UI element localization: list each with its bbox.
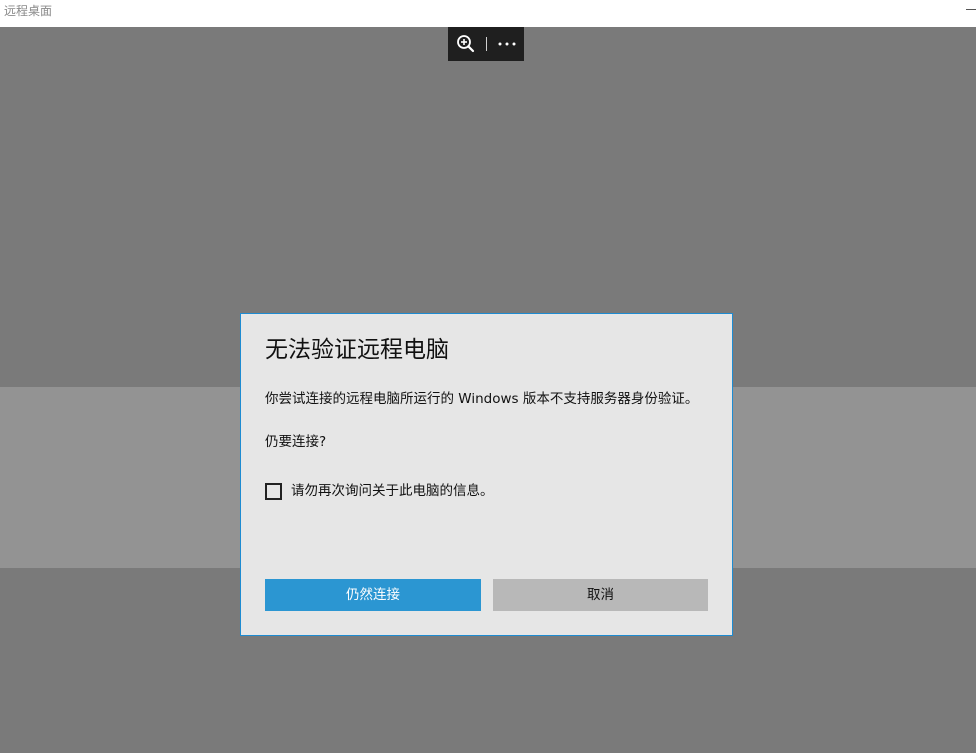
minimize-button[interactable]: [962, 0, 976, 27]
remote-desktop-window: 远程桌面 无法验证远程电脑 你尝试连接的远程电脑所运行的 Windows 版本不…: [0, 0, 976, 753]
minimize-icon: [966, 9, 976, 10]
more-options-icon: [498, 42, 516, 46]
verification-dialog: 无法验证远程电脑 你尝试连接的远程电脑所运行的 Windows 版本不支持服务器…: [240, 313, 733, 636]
title-bar: 远程桌面: [0, 0, 976, 27]
toolbar-divider: [486, 37, 487, 51]
zoom-button[interactable]: [454, 32, 478, 56]
cancel-button[interactable]: 取消: [493, 579, 708, 611]
connect-anyway-button[interactable]: 仍然连接: [265, 579, 481, 611]
dont-ask-again-label: 请勿再次询问关于此电脑的信息。: [291, 483, 494, 499]
dialog-message: 你尝试连接的远程电脑所运行的 Windows 版本不支持服务器身份验证。: [265, 391, 699, 407]
zoom-in-icon: [457, 35, 475, 53]
dont-ask-again-checkbox[interactable]: [265, 482, 282, 500]
dont-ask-again-option[interactable]: 请勿再次询问关于此电脑的信息。: [265, 480, 494, 502]
more-options-button[interactable]: [495, 32, 519, 56]
session-toolbar: [448, 27, 524, 61]
dialog-question: 仍要连接?: [265, 434, 327, 450]
dialog-title: 无法验证远程电脑: [265, 337, 449, 363]
window-title: 远程桌面: [4, 4, 53, 18]
